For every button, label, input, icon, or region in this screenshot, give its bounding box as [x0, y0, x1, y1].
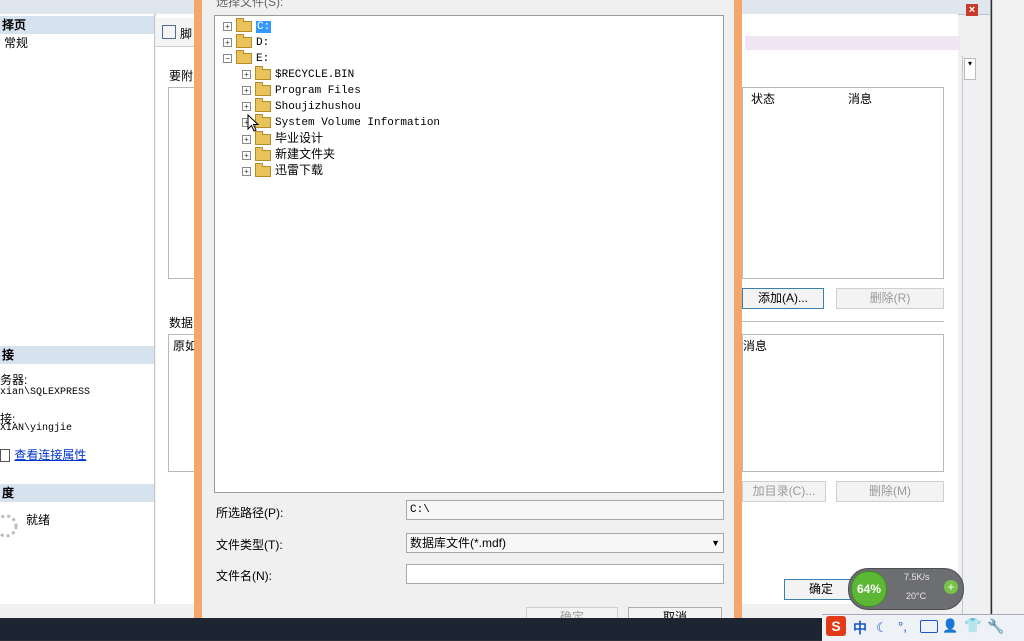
- tree-node-e[interactable]: − E:: [223, 49, 269, 66]
- attach-grid-right: [742, 87, 944, 279]
- add-directory-button[interactable]: 加目录(C)...: [742, 481, 826, 502]
- folder-icon: [255, 81, 271, 96]
- script-label[interactable]: 脚: [180, 25, 192, 42]
- folder-open-icon: [236, 49, 252, 64]
- tree-node-label[interactable]: D:: [256, 37, 269, 49]
- progress-spinner-icon: [0, 512, 20, 540]
- section-connection: 接: [0, 346, 154, 364]
- temperature: 20°C: [906, 591, 927, 601]
- view-connection-properties[interactable]: 查看连接属性: [0, 446, 86, 463]
- ime-mode-chinese[interactable]: 中: [853, 618, 867, 638]
- attach-label: 要附: [169, 69, 194, 83]
- page-item-general[interactable]: 常规: [0, 34, 154, 52]
- selected-path-label: 所选路径(P):: [216, 506, 284, 520]
- remove-button[interactable]: 删除(R): [836, 288, 944, 309]
- expand-icon[interactable]: +: [242, 69, 251, 79]
- remove-file-button[interactable]: 删除(M): [836, 481, 944, 502]
- connection-value: XIAN\yingjie: [0, 423, 73, 434]
- expand-icon[interactable]: +: [223, 21, 232, 31]
- file-type-label: 文件类型(T):: [216, 538, 283, 552]
- network-speed: 7.5K/s: [904, 572, 930, 582]
- vertical-scrollbar[interactable]: ▾: [962, 56, 977, 616]
- file-name-label: 文件名(N):: [216, 569, 272, 583]
- scroll-down-arrow-icon[interactable]: ▾: [964, 58, 976, 80]
- folder-tree[interactable]: + C: + D: − E: + $RECYCLE.BIN + Program Files…: [214, 15, 724, 493]
- select-file-label: 选择文件(S):: [216, 0, 284, 9]
- chevron-down-icon[interactable]: ▼: [711, 534, 720, 552]
- file-type-selected-value: 数据库文件(*.mdf): [410, 536, 507, 550]
- toolbar: 脚: [156, 18, 196, 47]
- details-message-header: 消息: [743, 339, 768, 353]
- expand-icon[interactable]: +: [242, 150, 251, 160]
- tree-node-label[interactable]: Shoujizhushou: [275, 101, 361, 113]
- collapse-icon[interactable]: −: [223, 53, 232, 63]
- folder-icon: [255, 130, 271, 145]
- tree-node-label[interactable]: 迅雷下载: [275, 163, 323, 177]
- section-progress: 度: [0, 484, 154, 502]
- page-item-general-label: 常规: [4, 36, 29, 50]
- tree-node-recycle-bin[interactable]: + $RECYCLE.BIN: [242, 65, 354, 82]
- selected-path-field[interactable]: C:\: [406, 500, 724, 520]
- skin-shirt-icon[interactable]: 👕: [964, 617, 981, 634]
- tree-node-label[interactable]: C:: [256, 21, 272, 33]
- tree-node-d[interactable]: + D:: [223, 33, 269, 50]
- memory-usage-circle[interactable]: 64%: [851, 571, 887, 607]
- settings-wrench-icon[interactable]: 🔧: [987, 618, 1004, 635]
- ok-button-main[interactable]: 确定: [784, 579, 858, 600]
- tree-node-system-volume-information[interactable]: + System Volume Information: [242, 113, 440, 130]
- folder-icon: [255, 97, 271, 112]
- tree-node-graduation-project[interactable]: + 毕业设计: [242, 130, 323, 146]
- divider: [742, 321, 944, 322]
- sogou-logo-icon[interactable]: S: [826, 616, 846, 636]
- tree-node-thunder-downloads[interactable]: + 迅雷下载: [242, 162, 323, 178]
- script-icon[interactable]: [162, 25, 176, 39]
- folder-icon: [255, 146, 271, 161]
- db-details-label: 数据: [169, 316, 194, 330]
- server-label: 务器:: [0, 373, 28, 387]
- expand-icon[interactable]: +: [242, 134, 251, 144]
- user-icon[interactable]: 👤: [942, 618, 958, 634]
- folder-icon: [236, 33, 252, 48]
- tree-node-label[interactable]: E:: [256, 53, 269, 65]
- mouse-cursor-icon: [247, 114, 259, 132]
- tree-node-label[interactable]: 新建文件夹: [275, 147, 335, 161]
- expand-icon[interactable]: +: [223, 37, 232, 47]
- left-pane: 择页 常规: [0, 14, 155, 604]
- header-band: [745, 36, 960, 50]
- properties-icon: [0, 449, 10, 463]
- section-select-page: 择页: [0, 16, 154, 34]
- folder-icon: [255, 65, 271, 80]
- keyboard-icon[interactable]: [920, 620, 938, 633]
- progress-status: 就绪: [26, 513, 51, 527]
- details-grid-right: [742, 334, 944, 472]
- close-icon[interactable]: ×: [966, 4, 978, 16]
- moon-icon[interactable]: ☾: [876, 620, 888, 636]
- server-value: xian\SQLEXPRESS: [0, 387, 91, 398]
- tree-node-c[interactable]: + C:: [223, 17, 272, 34]
- file-type-select[interactable]: 数据库文件(*.mdf) ▼: [406, 533, 724, 553]
- column-message: 消息: [848, 92, 873, 106]
- tree-node-label[interactable]: 毕业设计: [275, 131, 323, 145]
- file-name-input[interactable]: [406, 564, 724, 584]
- expand-icon[interactable]: +: [242, 85, 251, 95]
- attach-grid-left: [168, 87, 196, 279]
- folder-icon: [236, 17, 252, 32]
- tree-node-label[interactable]: Program Files: [275, 85, 361, 97]
- view-properties-link[interactable]: 查看连接属性: [14, 448, 86, 462]
- tree-node-shoujizhushou[interactable]: + Shoujizhushou: [242, 97, 361, 114]
- column-status: 状态: [751, 92, 776, 106]
- add-button[interactable]: 添加(A)...: [742, 288, 824, 309]
- tree-node-program-files[interactable]: + Program Files: [242, 81, 361, 98]
- plus-icon[interactable]: +: [944, 580, 958, 594]
- punctuation-icon[interactable]: °,: [898, 619, 907, 634]
- folder-icon: [255, 162, 271, 177]
- details-grid-left: [168, 334, 196, 472]
- right-edge-window: [992, 0, 1024, 618]
- tree-node-label[interactable]: System Volume Information: [275, 117, 440, 129]
- tree-node-new-folder[interactable]: + 新建文件夹: [242, 146, 335, 162]
- expand-icon[interactable]: +: [242, 166, 251, 176]
- expand-icon[interactable]: +: [242, 101, 251, 111]
- tree-node-label[interactable]: $RECYCLE.BIN: [275, 69, 354, 81]
